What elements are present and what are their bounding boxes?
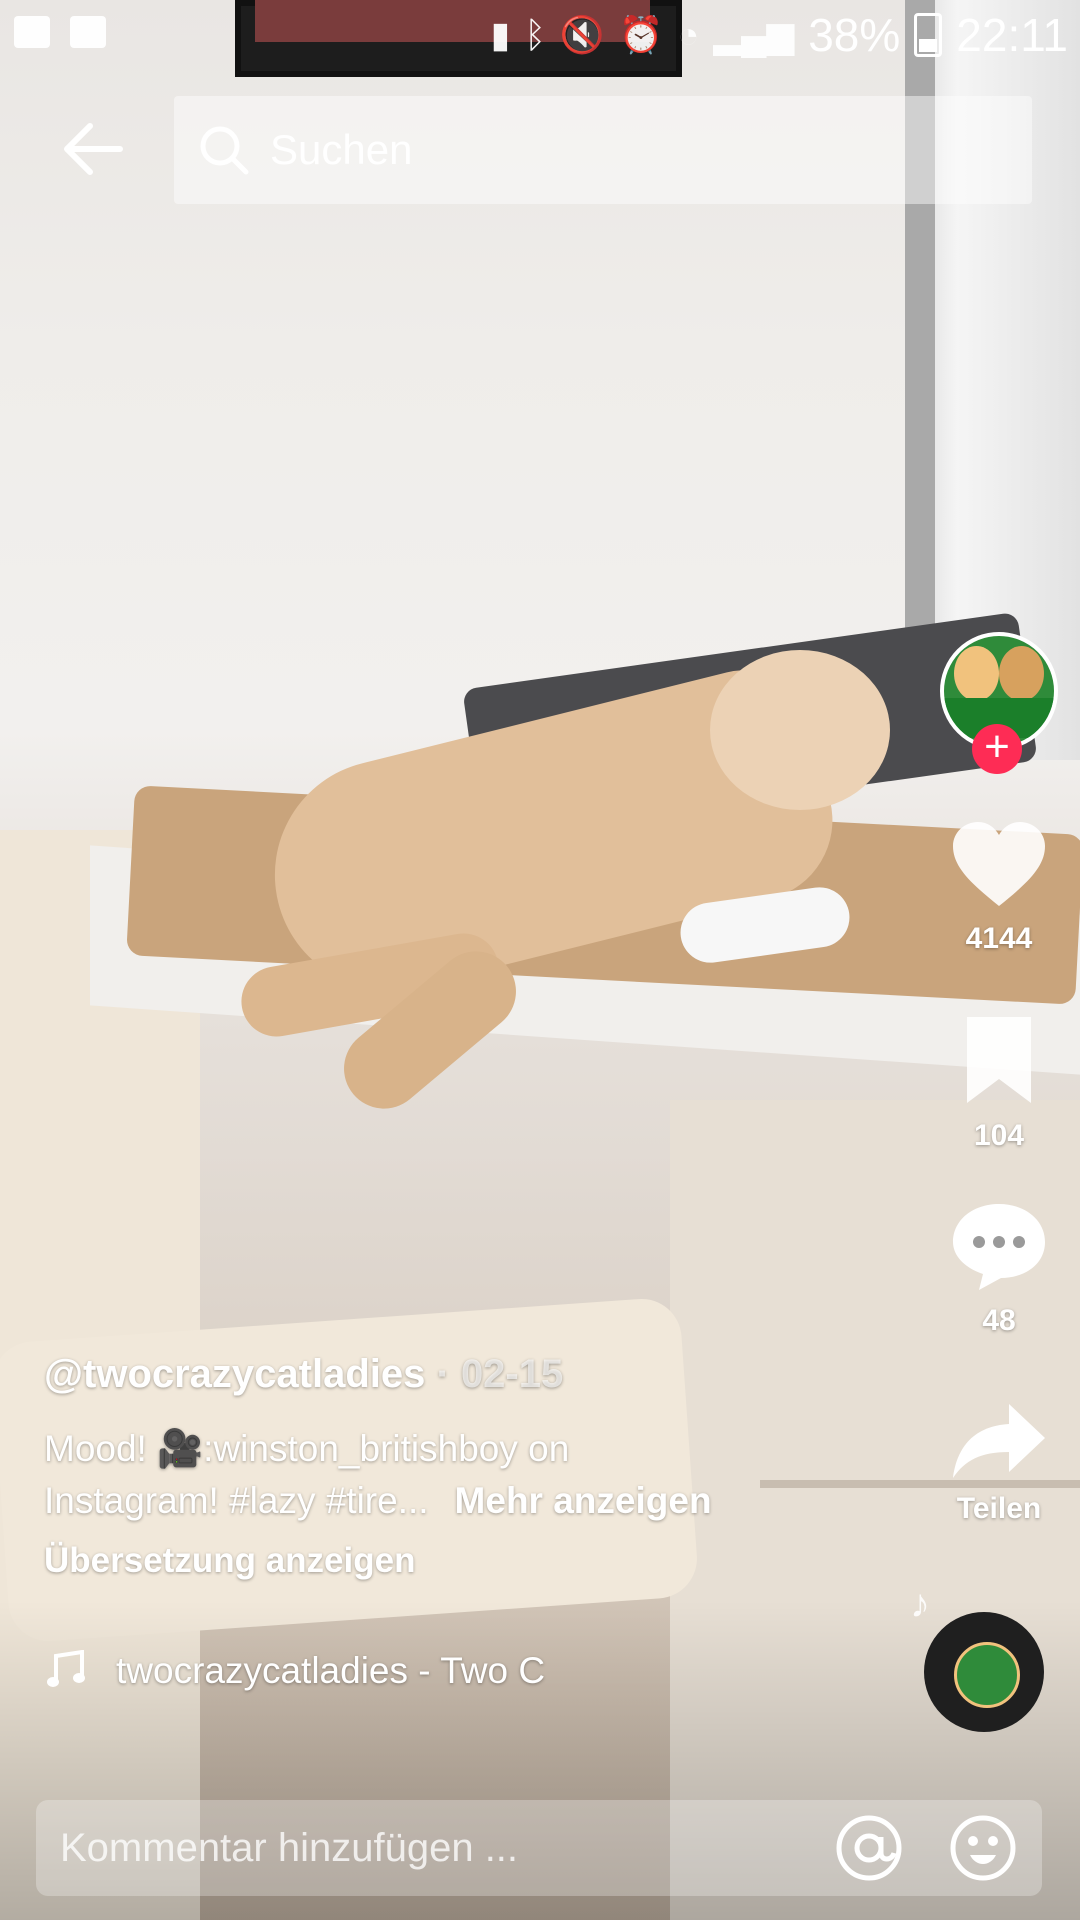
comment-input[interactable]: Kommentar hinzufügen ... (36, 1800, 1042, 1896)
music-note-icon (47, 1650, 85, 1687)
cat-head (710, 650, 890, 810)
search-icon (200, 126, 249, 175)
share-button[interactable]: Teilen (939, 1400, 1059, 1526)
translate-link[interactable]: Übersetzung anzeigen (44, 1541, 824, 1581)
caption-line-2: Instagram! #lazy #tire... (44, 1480, 429, 1521)
wifi-icon: ◔ (677, 14, 700, 55)
video-feed-screen[interactable]: ▮ ᛒ 🔇 ⏰ ◔ ▂▄▆ 38% 22:11 Suchen + 4144 10… (0, 0, 1080, 1920)
battery-icon (914, 13, 943, 57)
emoji-icon[interactable] (948, 1813, 1018, 1883)
alarm-icon: ⏰ (618, 14, 664, 55)
comment-placeholder: Kommentar hinzufügen ... (60, 1825, 519, 1870)
battery-saver-icon: ▮ (490, 14, 511, 55)
post-date: · 02-15 (425, 1352, 564, 1396)
heart-icon (953, 822, 1045, 906)
music-row[interactable]: twocrazycatladies - Two C (44, 1650, 545, 1692)
clock: 22:11 (956, 9, 1068, 61)
status-bar: ▮ ᛒ 🔇 ⏰ ◔ ▂▄▆ 38% 22:11 (0, 0, 1080, 70)
caption-line-1: Mood! 🎥:winston_britishboy on (44, 1428, 570, 1469)
comment-button[interactable]: 48 (939, 1200, 1059, 1338)
show-more-link[interactable]: Mehr anzeigen (455, 1480, 712, 1521)
back-arrow-icon[interactable] (62, 118, 124, 180)
save-button[interactable]: 104 (939, 1015, 1059, 1153)
battery-percent: 38% (808, 9, 901, 61)
signal-icon: ▂▄▆ (713, 14, 795, 55)
music-track: twocrazycatladies - Two C (116, 1650, 546, 1691)
mute-icon: 🔇 (559, 14, 605, 55)
follow-button[interactable]: + (972, 724, 1022, 774)
bluetooth-icon: ᛒ (524, 14, 546, 55)
music-disc[interactable] (924, 1612, 1044, 1732)
search-placeholder: Suchen (270, 126, 413, 173)
comment-icon (953, 1204, 1045, 1290)
creator-username[interactable]: @twocrazycatladies (44, 1352, 425, 1396)
search-bar[interactable]: Suchen (174, 96, 1032, 204)
save-count: 104 (973, 1119, 1025, 1152)
share-label: Teilen (956, 1492, 1042, 1525)
folder-notification-icon (70, 16, 106, 48)
share-icon (953, 1404, 1045, 1478)
like-count: 4144 (965, 922, 1033, 955)
floating-note-icon: ♪ (910, 1582, 930, 1626)
video-caption: @twocrazycatladies · 02-15 Mood! 🎥:winst… (44, 1352, 824, 1581)
comment-count: 48 (982, 1304, 1016, 1337)
bookmark-icon (967, 1017, 1031, 1103)
gallery-notification-icon (14, 16, 50, 48)
caption-text: Mood! 🎥:winston_britishboy on Instagram!… (44, 1423, 824, 1527)
at-icon[interactable] (834, 1813, 904, 1883)
like-button[interactable]: 4144 (939, 820, 1059, 956)
